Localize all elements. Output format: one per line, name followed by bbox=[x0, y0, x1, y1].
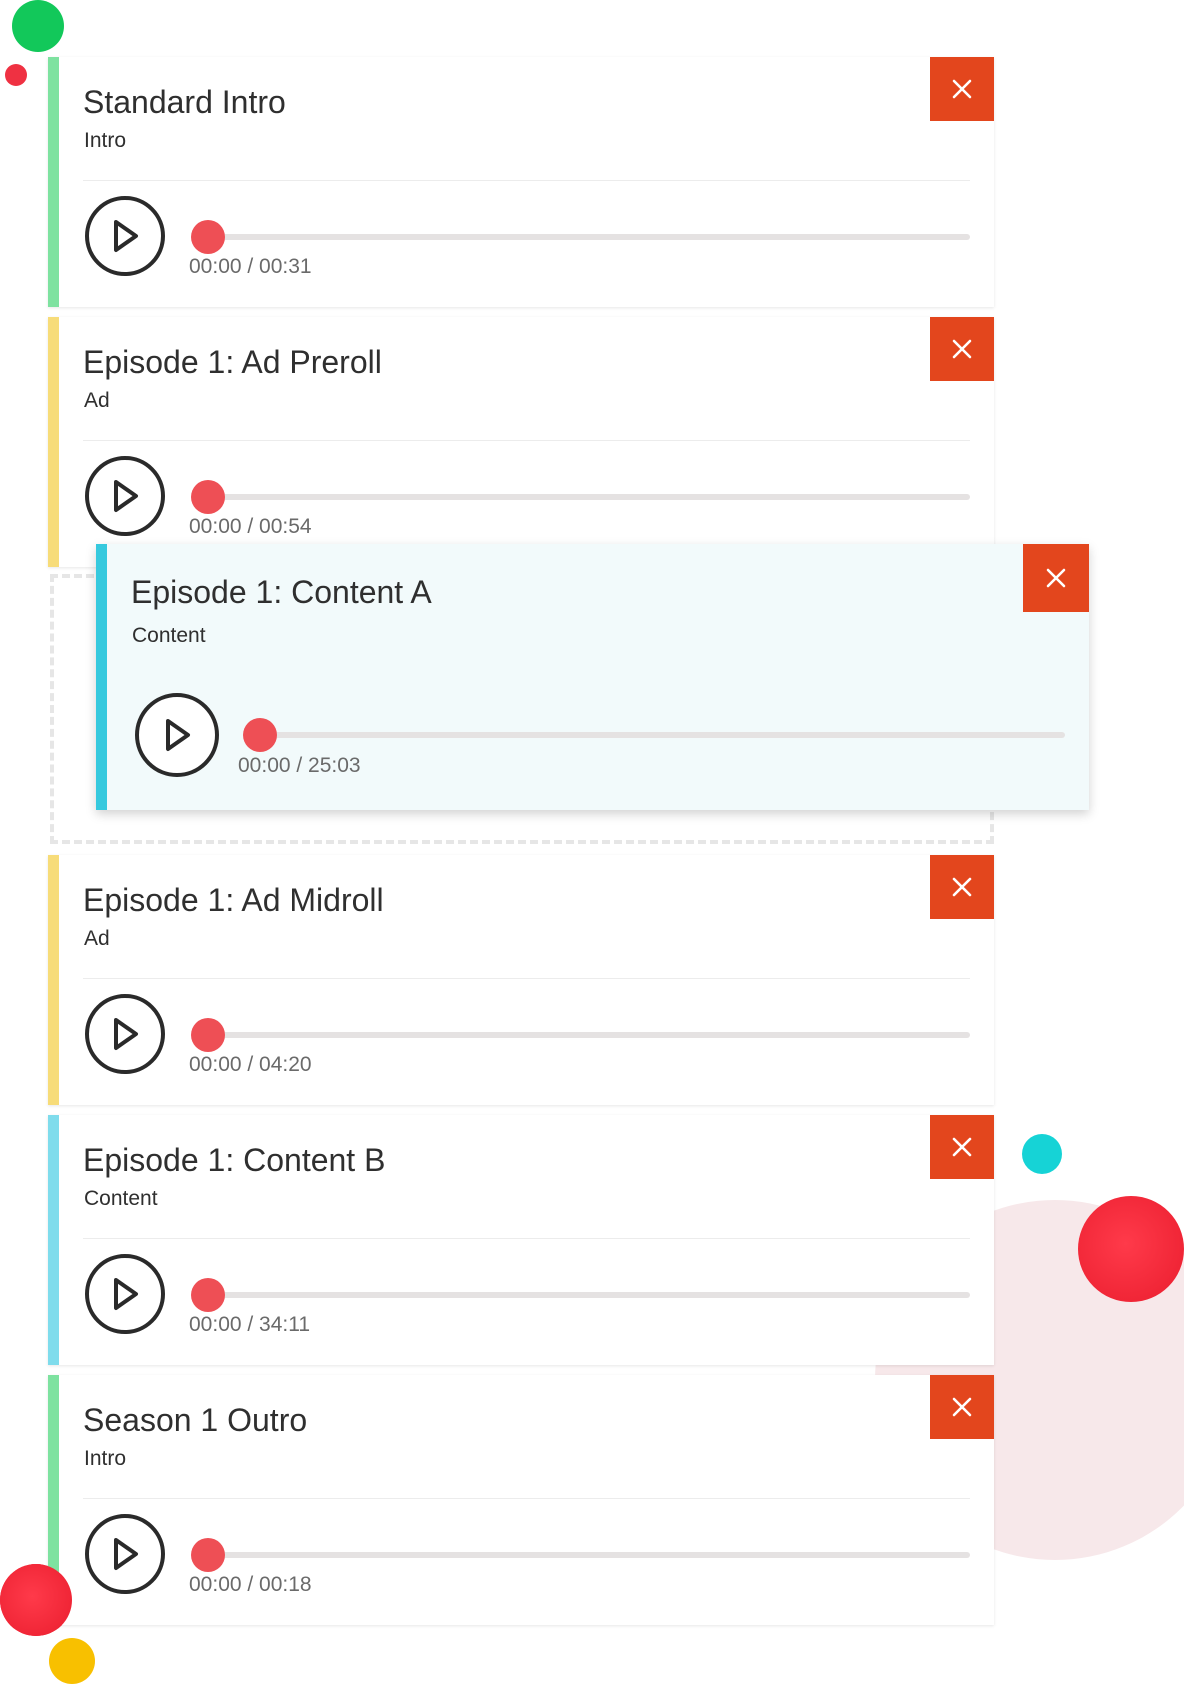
close-icon bbox=[952, 79, 972, 99]
item-title: Episode 1: Content B bbox=[83, 1142, 386, 1178]
item-title: Season 1 Outro bbox=[83, 1402, 308, 1438]
item-type: Ad bbox=[84, 927, 110, 950]
play-icon bbox=[166, 719, 190, 751]
play-button[interactable] bbox=[85, 1254, 165, 1334]
divider bbox=[83, 1238, 970, 1239]
item-type: Content bbox=[84, 1187, 158, 1210]
playlist-item-card[interactable]: Season 1 Outro Intro 00:00 / 00:18 bbox=[48, 1375, 994, 1625]
divider bbox=[83, 180, 970, 181]
time-display: 00:00 / 00:54 bbox=[189, 515, 312, 538]
playlist-item-card[interactable]: Episode 1: Ad Midroll Ad 00:00 / 04:20 bbox=[48, 855, 994, 1105]
time-display: 00:00 / 00:18 bbox=[189, 1573, 312, 1596]
remove-button[interactable] bbox=[930, 1375, 994, 1439]
play-icon bbox=[114, 1538, 138, 1570]
play-button[interactable] bbox=[85, 1514, 165, 1594]
playlist-item-card[interactable]: Episode 1: Content B Content 00:00 / 34:… bbox=[48, 1115, 994, 1365]
item-title: Standard Intro bbox=[83, 84, 286, 120]
progress-track[interactable] bbox=[191, 1278, 970, 1312]
decorative-circle-yellow bbox=[49, 1638, 95, 1684]
item-type: Content bbox=[132, 624, 206, 647]
item-type: Intro bbox=[84, 1447, 127, 1470]
divider bbox=[83, 1498, 970, 1499]
remove-button[interactable] bbox=[930, 855, 994, 919]
time-display: 00:00 / 25:03 bbox=[238, 754, 361, 777]
play-button[interactable] bbox=[135, 693, 219, 777]
progress-thumb[interactable] bbox=[191, 220, 225, 254]
decorative-circle-red bbox=[1078, 1196, 1184, 1302]
playlist-item-card-dragging[interactable]: Episode 1: Content A Content 00:00 / 25:… bbox=[96, 544, 1089, 810]
close-icon bbox=[952, 1137, 972, 1157]
progress-track[interactable] bbox=[191, 1018, 970, 1052]
play-icon bbox=[114, 480, 138, 512]
time-display: 00:00 / 00:31 bbox=[189, 255, 312, 278]
progress-track[interactable] bbox=[191, 480, 970, 514]
decorative-circle-red-bottom-overlay bbox=[0, 1564, 72, 1636]
remove-button[interactable] bbox=[1023, 544, 1089, 612]
decorative-circle-green bbox=[12, 0, 64, 52]
close-icon bbox=[952, 1397, 972, 1417]
play-button[interactable] bbox=[85, 994, 165, 1074]
play-icon bbox=[114, 1018, 138, 1050]
progress-track[interactable] bbox=[191, 220, 970, 254]
decorative-circle-teal bbox=[1022, 1134, 1062, 1174]
time-display: 00:00 / 04:20 bbox=[189, 1053, 312, 1076]
play-icon bbox=[114, 220, 138, 252]
close-icon bbox=[952, 339, 972, 359]
item-type: Intro bbox=[84, 129, 127, 152]
play-icon bbox=[114, 1278, 138, 1310]
remove-button[interactable] bbox=[930, 1115, 994, 1179]
play-button[interactable] bbox=[85, 456, 165, 536]
progress-thumb[interactable] bbox=[191, 480, 225, 514]
progress-thumb[interactable] bbox=[191, 1538, 225, 1572]
time-display: 00:00 / 34:11 bbox=[189, 1313, 311, 1336]
playlist-item-card[interactable]: Standard Intro Intro 00:00 / 00:31 bbox=[48, 57, 994, 307]
remove-button[interactable] bbox=[930, 317, 994, 381]
item-title: Episode 1: Ad Preroll bbox=[83, 344, 382, 380]
progress-thumb[interactable] bbox=[191, 1018, 225, 1052]
progress-track[interactable] bbox=[243, 718, 1065, 752]
divider bbox=[83, 978, 970, 979]
remove-button[interactable] bbox=[930, 57, 994, 121]
close-icon bbox=[1046, 568, 1066, 588]
progress-thumb[interactable] bbox=[191, 1278, 225, 1312]
progress-track[interactable] bbox=[191, 1538, 970, 1572]
item-type: Ad bbox=[84, 389, 110, 412]
divider bbox=[83, 440, 970, 441]
decorative-circle-red-small bbox=[5, 64, 27, 86]
progress-thumb[interactable] bbox=[243, 718, 277, 752]
playlist-item-card[interactable]: Episode 1: Ad Preroll Ad 00:00 / 00:54 bbox=[48, 317, 994, 567]
item-title: Episode 1: Content A bbox=[131, 574, 432, 610]
close-icon bbox=[952, 877, 972, 897]
item-title: Episode 1: Ad Midroll bbox=[83, 882, 384, 918]
play-button[interactable] bbox=[85, 196, 165, 276]
